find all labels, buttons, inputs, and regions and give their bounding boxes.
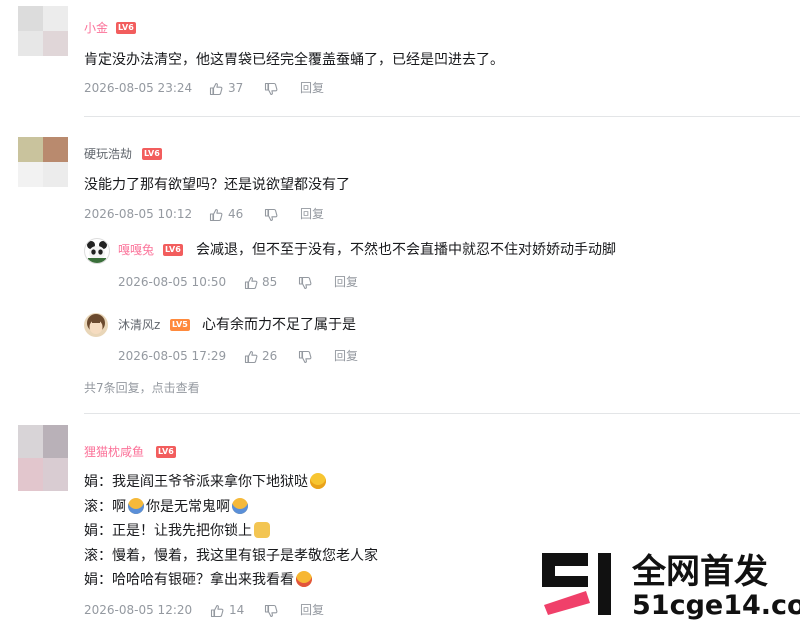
username[interactable]: 沐清风z bbox=[118, 317, 160, 333]
reply-text: 心有余而力不足了属于是 bbox=[202, 317, 356, 333]
view-more-replies-link[interactable]: 共7条回复，点击查看 bbox=[84, 380, 200, 396]
divider bbox=[84, 413, 800, 414]
avatar[interactable] bbox=[84, 313, 108, 337]
dislike-icon[interactable] bbox=[264, 603, 278, 618]
scream-emoji bbox=[128, 498, 144, 514]
level-badge: LV5 bbox=[170, 319, 190, 331]
avatar[interactable] bbox=[18, 137, 68, 187]
comment-line-2: 滚：啊 你是无常鬼啊 bbox=[84, 497, 250, 517]
level-badge: LV6 bbox=[142, 148, 162, 160]
like-count: 37 bbox=[228, 81, 244, 95]
avatar[interactable] bbox=[84, 238, 110, 264]
like-icon[interactable] bbox=[209, 81, 223, 96]
comment-text: 没能力了那有欲望吗？还是说欲望都没有了 bbox=[84, 177, 350, 193]
comment-line-3: 娟：正是！让我先把你锁上 bbox=[84, 521, 272, 541]
comment-line-4: 滚：慢着，慢着，我这里有银子是孝敬您老人家 bbox=[84, 548, 378, 564]
dislike-icon[interactable] bbox=[298, 275, 312, 290]
like-icon[interactable] bbox=[244, 349, 258, 364]
like-icon[interactable] bbox=[209, 207, 223, 222]
username[interactable]: 硬玩浩劫 bbox=[84, 146, 132, 162]
like-count: 46 bbox=[228, 207, 244, 221]
like-count: 26 bbox=[262, 349, 278, 363]
reply-button[interactable]: 回复 bbox=[334, 274, 358, 290]
reply-button[interactable]: 回复 bbox=[334, 348, 358, 364]
like-count: 14 bbox=[229, 603, 245, 617]
grin-emoji bbox=[310, 473, 326, 489]
like-icon[interactable] bbox=[210, 603, 224, 618]
avatar[interactable] bbox=[18, 6, 68, 56]
reply-button[interactable]: 回复 bbox=[300, 206, 324, 222]
watermark-site: 51cge14.com bbox=[632, 590, 800, 621]
level-badge: LV6 bbox=[156, 446, 176, 458]
comment-date: 2026-08-05 23:24 bbox=[84, 81, 193, 95]
reply-date: 2026-08-05 17:29 bbox=[118, 349, 227, 363]
username[interactable]: 小金 bbox=[84, 20, 108, 36]
reply-text: 会减退，但不至于没有，不然也不会直播中就忍不住对娇娇动手动脚 bbox=[196, 242, 616, 258]
avatar[interactable] bbox=[18, 425, 68, 491]
comment-line-1: 娟：我是阎王爷爷派来拿你下地狱哒 bbox=[84, 472, 328, 492]
reply-button[interactable]: 回复 bbox=[300, 80, 324, 96]
comment-date: 2026-08-05 10:12 bbox=[84, 207, 193, 221]
reply-date: 2026-08-05 10:50 bbox=[118, 275, 227, 289]
username[interactable]: 嘎嘎兔 bbox=[118, 242, 154, 258]
dislike-icon[interactable] bbox=[264, 81, 278, 96]
comment-date: 2026-08-05 12:20 bbox=[84, 603, 193, 617]
dislike-icon[interactable] bbox=[298, 349, 312, 364]
level-badge: LV6 bbox=[163, 244, 183, 256]
cat-emoji bbox=[254, 522, 270, 538]
reply-button[interactable]: 回复 bbox=[300, 602, 324, 618]
watermark-title: 全网首发 bbox=[632, 552, 768, 592]
like-icon[interactable] bbox=[244, 275, 258, 290]
site-logo-mark bbox=[542, 553, 611, 615]
dislike-icon[interactable] bbox=[264, 207, 278, 222]
like-count: 85 bbox=[262, 275, 278, 289]
comment-text: 肯定没办法清空，他这胃袋已经完全覆盖蚕蛹了，已经是凹进去了。 bbox=[84, 52, 504, 68]
money-eyes-emoji bbox=[296, 571, 312, 587]
level-badge: LV6 bbox=[116, 22, 136, 34]
scream-emoji bbox=[232, 498, 248, 514]
comment-line-5: 娟：哈哈哈有银砸？拿出来我看看 bbox=[84, 570, 314, 590]
username[interactable]: 狸猫枕咸鱼 bbox=[84, 444, 144, 460]
divider bbox=[84, 116, 800, 117]
